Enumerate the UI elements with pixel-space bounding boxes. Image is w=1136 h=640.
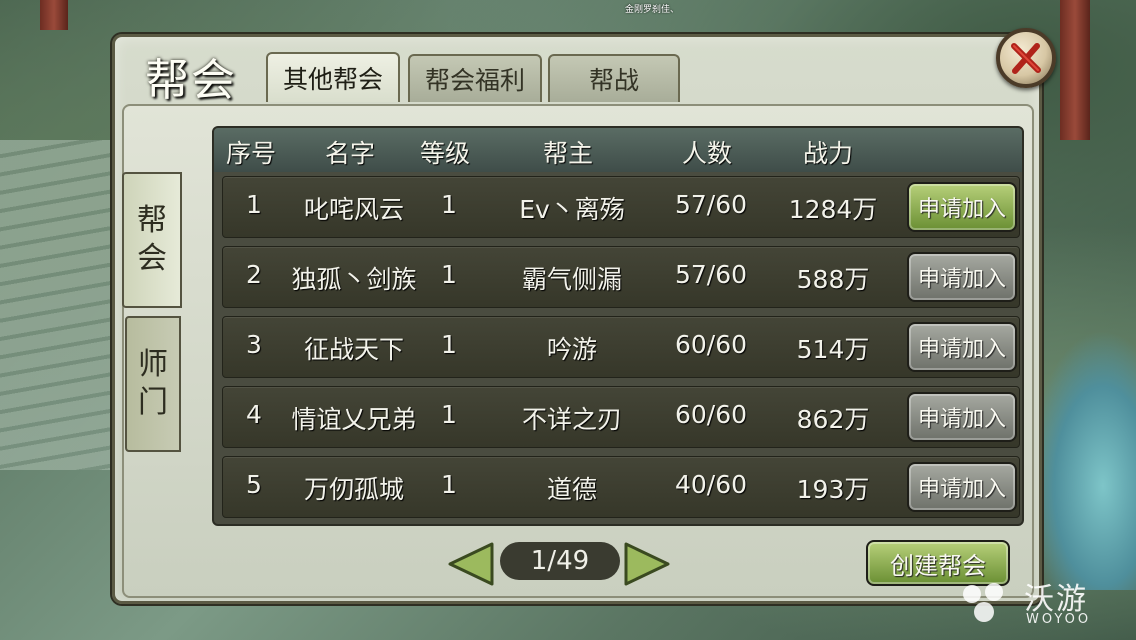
cell-index: 3 — [246, 330, 262, 359]
cell-members: 57/60 — [674, 260, 748, 289]
side-tab-guild-line1: 帮 — [137, 203, 167, 238]
cell-index: 4 — [246, 400, 262, 429]
cell-index: 5 — [246, 470, 262, 499]
header-members: 人数 — [681, 139, 733, 168]
cell-leader: 不详之刃 — [521, 405, 623, 434]
table-row: 5 万仞孤城 1 道德 40/60 193万 申请加入 — [222, 456, 1020, 518]
header-name: 名字 — [324, 139, 376, 168]
join-button[interactable]: 申请加入 — [907, 252, 1017, 302]
cell-members: 60/60 — [674, 400, 748, 429]
cell-power: 862万 — [796, 405, 870, 434]
cell-name: 情谊乂兄弟 — [291, 405, 417, 434]
side-tab-guild-line2: 会 — [137, 241, 167, 276]
tab-guild-war[interactable]: 帮战 — [548, 54, 680, 102]
tab-guild-benefits[interactable]: 帮会福利 — [408, 54, 542, 102]
tab-other-guilds[interactable]: 其他帮会 — [266, 52, 400, 102]
cell-level: 1 — [441, 330, 457, 359]
close-icon — [1011, 43, 1041, 74]
header-leader: 帮主 — [542, 139, 594, 168]
watermark-logo-icon — [963, 583, 1003, 622]
header-index: 序号 — [225, 139, 277, 168]
background-stairs — [0, 140, 120, 470]
cell-members: 40/60 — [674, 470, 748, 499]
join-button[interactable]: 申请加入 — [907, 392, 1017, 442]
cell-name: 征战天下 — [303, 335, 405, 364]
cell-power: 588万 — [796, 265, 870, 294]
table-header: 序号 名字 等级 帮主 人数 战力 — [214, 128, 1022, 172]
join-button[interactable]: 申请加入 — [907, 322, 1017, 372]
cell-members: 60/60 — [674, 330, 748, 359]
page-indicator: 1/49 — [500, 542, 620, 580]
cell-index: 1 — [246, 190, 262, 219]
player-name-label: 金刚罗刹佳、 — [625, 5, 680, 15]
header-power: 战力 — [802, 139, 854, 168]
cell-level: 1 — [441, 400, 457, 429]
left-arrow-icon — [448, 542, 494, 586]
cell-level: 1 — [441, 190, 457, 219]
cell-power: 514万 — [796, 335, 870, 364]
cell-leader: Ev丶离殇 — [519, 195, 625, 224]
panel-title: 帮会 — [145, 55, 237, 106]
table-row: 2 独孤丶剑族 1 霸气侧漏 57/60 588万 申请加入 — [222, 246, 1020, 308]
cell-power: 193万 — [796, 475, 870, 504]
header-level: 等级 — [419, 139, 471, 168]
background-pillar-right — [1060, 0, 1090, 140]
cell-name: 叱咤风云 — [303, 195, 405, 224]
cell-name: 独孤丶剑族 — [291, 265, 417, 294]
watermark: 沃游 WOYOO — [952, 572, 1132, 636]
side-tab-guild[interactable]: 帮 会 — [122, 172, 182, 308]
side-tab-sect-line2: 门 — [138, 385, 168, 420]
cell-name: 万仞孤城 — [303, 475, 405, 504]
next-page-button[interactable] — [622, 540, 672, 588]
cell-leader: 吟游 — [546, 335, 598, 364]
table-row: 3 征战天下 1 吟游 60/60 514万 申请加入 — [222, 316, 1020, 378]
background-pillar-left — [40, 0, 68, 30]
prev-page-button[interactable] — [446, 540, 496, 588]
cell-members: 57/60 — [674, 190, 748, 219]
cell-power: 1284万 — [788, 195, 878, 224]
side-tab-sect[interactable]: 师 门 — [125, 316, 181, 452]
right-arrow-icon — [624, 542, 670, 586]
cell-level: 1 — [441, 260, 457, 289]
table-row: 1 叱咤风云 1 Ev丶离殇 57/60 1284万 申请加入 — [222, 176, 1020, 238]
cell-level: 1 — [441, 470, 457, 499]
guild-table: 序号 名字 等级 帮主 人数 战力 1 叱咤风云 1 Ev丶离殇 57/60 1… — [212, 126, 1024, 526]
table-row: 4 情谊乂兄弟 1 不详之刃 60/60 862万 申请加入 — [222, 386, 1020, 448]
side-tab-sect-line1: 师 — [138, 347, 168, 382]
cell-leader: 道德 — [546, 475, 598, 504]
background-water — [1026, 330, 1136, 590]
cell-leader: 霸气侧漏 — [521, 265, 623, 294]
watermark-en: WOYOO — [1026, 612, 1092, 627]
join-button[interactable]: 申请加入 — [907, 182, 1017, 232]
join-button[interactable]: 申请加入 — [907, 462, 1017, 512]
close-button[interactable] — [996, 28, 1056, 88]
cell-index: 2 — [246, 260, 262, 289]
